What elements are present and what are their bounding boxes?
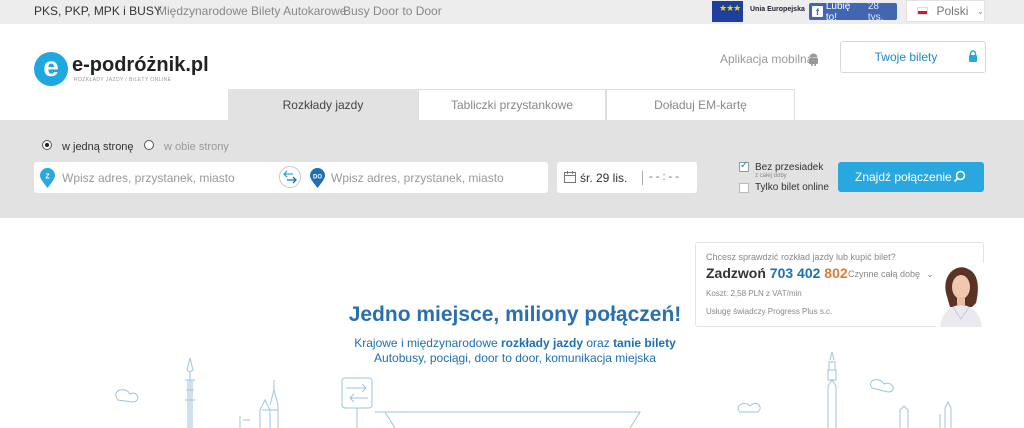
to-input[interactable]: Wpisz adres, przystanek, miasto [331,171,504,185]
to-pin-icon: DO [310,168,325,188]
consultant-photo [936,263,984,327]
one-way-label: w jedną stronę [62,141,134,153]
logo-icon[interactable]: e [34,52,68,86]
city-skyline-illustration [115,351,952,428]
online-only-label: Tylko bilet online [755,182,829,193]
hero-title: Jedno miejsce, miliony połączeń! [348,303,682,326]
logo-tagline: ROZKŁADY JAZDY / BILETY ONLINE [74,77,172,83]
tab-stop-signs[interactable]: Tabliczki przystankowe [418,89,606,120]
promo-hours[interactable]: Czynne całą dobę ⌄ [848,269,934,280]
direct-sublabel: z całej doby [755,173,787,179]
direct-checkbox[interactable] [739,160,749,172]
facebook-like-button[interactable]: f Lubię to! 28 tys. [809,0,897,23]
from-input[interactable]: Wpisz adres, przystanek, miasto [62,171,235,185]
nav-link-international[interactable]: Międzynarodowe Bilety Autokarowe [157,4,346,18]
search-icon [953,170,966,183]
promo-question: Chcesz sprawdzić rozkład jazdy lub kupić… [706,252,896,262]
chevron-down-icon: ⌄ [926,269,934,279]
swap-arrows-icon [283,170,297,184]
hero-subtitle-1: Krajowe i międzynarodowe rozkłady jazdy … [354,336,676,350]
direct-label: Bez przesiadek [755,162,824,173]
promo-provider: Usługę świadczy Progress Plus s.c. [706,307,833,316]
logo-text[interactable]: e-podróżnik.pl [72,54,209,77]
language-select[interactable]: Polski ⌄ [906,0,985,22]
online-only-checkbox[interactable] [739,183,749,193]
lock-icon [969,50,977,62]
time-value[interactable]: - - : - - [642,171,679,185]
round-trip-radio[interactable] [144,140,154,150]
top-bar: PKS, PKP, MPK i BUSY Międzynarodowe Bile… [0,0,1024,24]
chevron-down-icon: ⌄ [976,5,984,16]
from-pin-icon: Z [40,168,55,188]
from-badge: Z [45,174,50,181]
fb-like-count: 28 tys. [867,0,884,23]
nav-link-door-to-door[interactable]: Busy Door to Door [343,4,442,18]
fb-like-label: Lubię to! [825,0,851,23]
eu-label: Unia Europejska [750,6,805,13]
poland-flag-icon [917,7,929,15]
your-tickets-button[interactable]: Twoje bilety [840,41,986,73]
promo-cost: Koszt: 2,58 PLN z VAT/min [706,289,802,298]
nav-link-buses[interactable]: PKS, PKP, MPK i BUSY [34,4,162,18]
calendar-icon [564,171,576,183]
tab-timetables[interactable]: Rozkłady jazdy [228,89,418,120]
facebook-icon: f [812,6,823,17]
tab-em-card[interactable]: Doładuj EM-kartę [606,89,795,120]
round-trip-label: w obie strony [164,141,229,153]
one-way-radio[interactable] [42,140,52,150]
android-icon [809,53,818,66]
eu-flag-icon: ★★★ [712,1,743,22]
language-label: Polski [936,4,969,18]
mobile-app-link[interactable]: Aplikacja mobilna [720,52,813,66]
promo-phone: Zadzwoń 703 402 802 [706,265,848,281]
swap-button[interactable] [279,166,301,188]
date-value[interactable]: śr. 29 lis. [580,171,627,185]
to-badge: DO [313,175,322,181]
